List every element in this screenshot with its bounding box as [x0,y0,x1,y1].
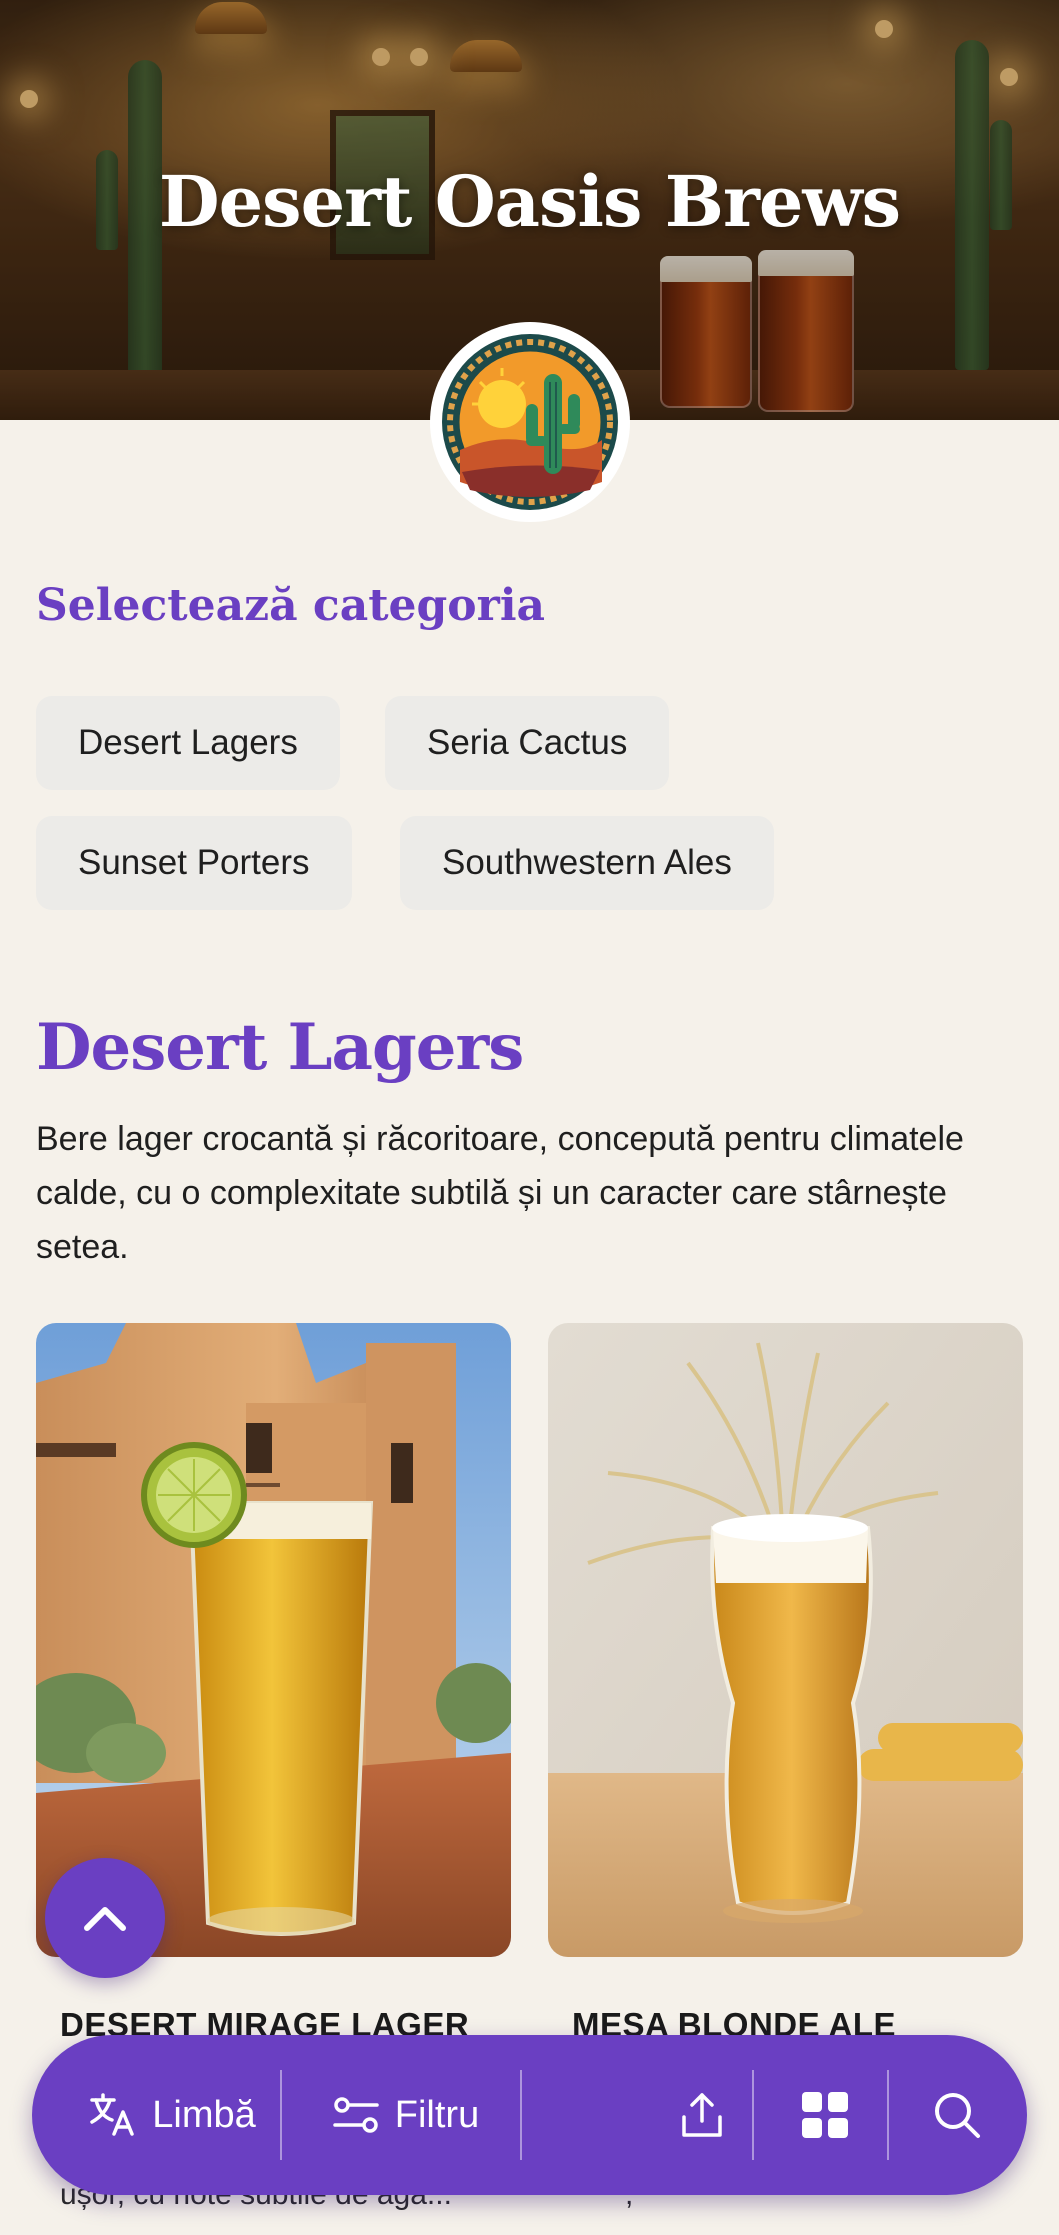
bottom-action-bar: Limbă Filtru [32,2035,1027,2195]
filter-button[interactable]: Filtru [290,2035,520,2195]
scroll-to-top-button[interactable] [45,1858,165,1978]
translate-icon [90,2093,134,2136]
category-chip-sunset-porters[interactable]: Sunset Porters [36,816,352,910]
cactus-sun-logo-icon [442,334,618,510]
category-description: Bere lager crocantă și răcoritoare, conc… [36,1120,964,1266]
bar-divider [520,2070,522,2160]
share-icon [682,2093,722,2137]
sliders-icon [333,2097,379,2133]
language-button[interactable]: Limbă [62,2035,282,2195]
brand-title: Desert Oasis Brews [158,160,901,243]
category-chip-seria-cactus[interactable]: Seria Cactus [385,696,670,790]
chevron-up-icon [84,1907,126,1931]
bar-divider [752,2070,754,2160]
category-title: Desert Lagers [36,1010,524,1085]
bar-divider [280,2070,282,2160]
grid-icon [801,2092,848,2138]
page: Desert Oasis Brews Selectează categoria … [0,0,1059,2235]
category-chip-desert-lagers[interactable]: Desert Lagers [36,696,340,790]
share-button[interactable] [632,2035,772,2195]
category-selector-heading: Selectează categoria [36,580,546,631]
product-image-mesa-blonde-ale[interactable] [548,1323,1023,1957]
search-icon [935,2093,980,2138]
category-chip-southwestern-ales[interactable]: Southwestern Ales [400,816,774,910]
filter-label: Filtru [394,2093,480,2136]
blonde-ale-with-wheat-photo [548,1323,1023,1957]
search-button[interactable] [897,2035,1017,2195]
bar-divider [887,2070,889,2160]
grid-view-button[interactable] [762,2035,887,2195]
brand-logo [430,322,630,522]
language-label: Limbă [152,2093,256,2136]
